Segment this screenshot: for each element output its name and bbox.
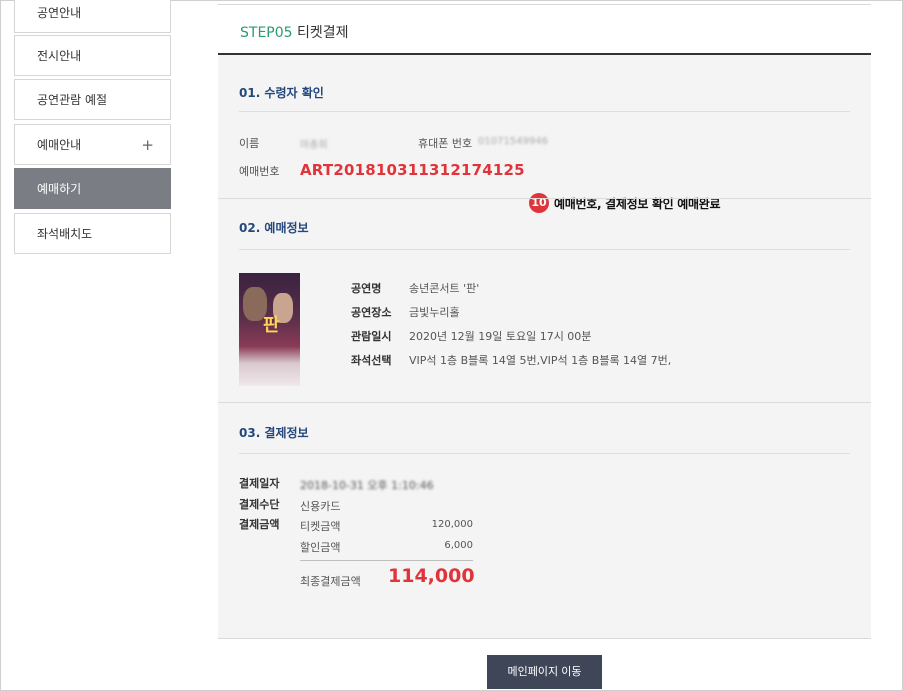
sidebar-item-label: 예매안내 [37,138,82,152]
payment-panel: 01. 수령자 확인 이름 마총희 휴대폰 번호 01071549946 예매번… [218,55,871,639]
section-title-recipient: 01. 수령자 확인 [239,86,324,100]
divider [218,4,871,5]
sidebar-item-label: 공연관람 예절 [37,93,108,107]
venue-value: 금빛누리홀 [409,306,460,319]
total-amount-label: 최종결제금액 [300,575,361,588]
payment-date-value: 2018-10-31 오후 1:10:46 [300,479,434,492]
divider [239,111,850,112]
main-content: STEP05 티켓결제 01. 수령자 확인 이름 마총희 휴대폰 번호 010… [218,0,871,691]
venue-label: 공연장소 [351,306,392,319]
performance-name-label: 공연명 [351,282,382,295]
step-title: 티켓결제 [297,25,349,41]
divider [239,249,850,250]
section-title-booking: 02. 예매정보 [239,221,309,235]
sidebar-item-booking-guide[interactable]: 예매안내 + [14,124,171,165]
divider [300,560,473,561]
sidebar-item-label: 전시안내 [37,49,82,63]
seat-value: VIP석 1층 B블록 14열 5번,VIP석 1층 B블록 14열 7번, [409,354,672,367]
phone-label: 휴대폰 번호 [418,137,473,150]
datetime-label: 관람일시 [351,330,392,343]
name-value: 마총희 [300,140,328,151]
plus-icon[interactable]: + [141,125,154,165]
phone-value: 01071549946 [478,136,548,147]
sidebar-item-book-now[interactable]: 예매하기 [14,168,171,209]
payment-method-value: 신용카드 [300,500,341,513]
step-badge: 10 [529,193,549,213]
payment-amount-label: 결제금액 [239,518,280,531]
payment-date-label: 결제일자 [239,477,280,490]
sidebar-item-etiquette[interactable]: 공연관람 예절 [14,79,171,120]
section-title-payment: 03. 결제정보 [239,426,309,440]
sidebar-item-exhibition-info[interactable]: 전시안내 [14,35,171,76]
sidebar-item-seat-map[interactable]: 좌석배치도 [14,213,171,254]
name-label: 이름 [239,137,260,150]
ticket-amount-label: 티켓금액 [300,520,341,533]
reservation-number-label: 예매번호 [239,165,280,178]
page-title: STEP05 티켓결제 [240,22,349,42]
payment-method-label: 결제수단 [239,498,280,511]
go-to-main-button[interactable]: 메인페이지 이동 [487,655,602,689]
ticket-amount-value: 120,000 [431,519,473,530]
performance-name-value: 송년콘서트 '판' [409,282,480,295]
step-label: STEP05 [240,25,293,41]
sidebar-item-label: 공연안내 [37,6,82,20]
sidebar-item-label: 좌석배치도 [37,227,93,241]
seat-label: 좌석선택 [351,354,392,367]
discount-amount-value: 6,000 [444,540,473,551]
divider [239,453,850,454]
datetime-value: 2020년 12월 19일 토요일 17시 00분 [409,330,592,343]
poster-title: 판 [263,315,280,336]
discount-amount-label: 할인금액 [300,541,341,554]
section-divider [218,402,871,403]
sidebar-item-performance-info[interactable]: 공연안내 [14,0,171,33]
performance-poster-image: 판 [239,273,300,386]
section-divider [218,198,871,199]
total-amount-value: 114,000 [388,565,475,587]
reservation-number-value: ART201810311312174125 [300,161,525,179]
sidebar-item-label: 예매하기 [37,182,82,196]
